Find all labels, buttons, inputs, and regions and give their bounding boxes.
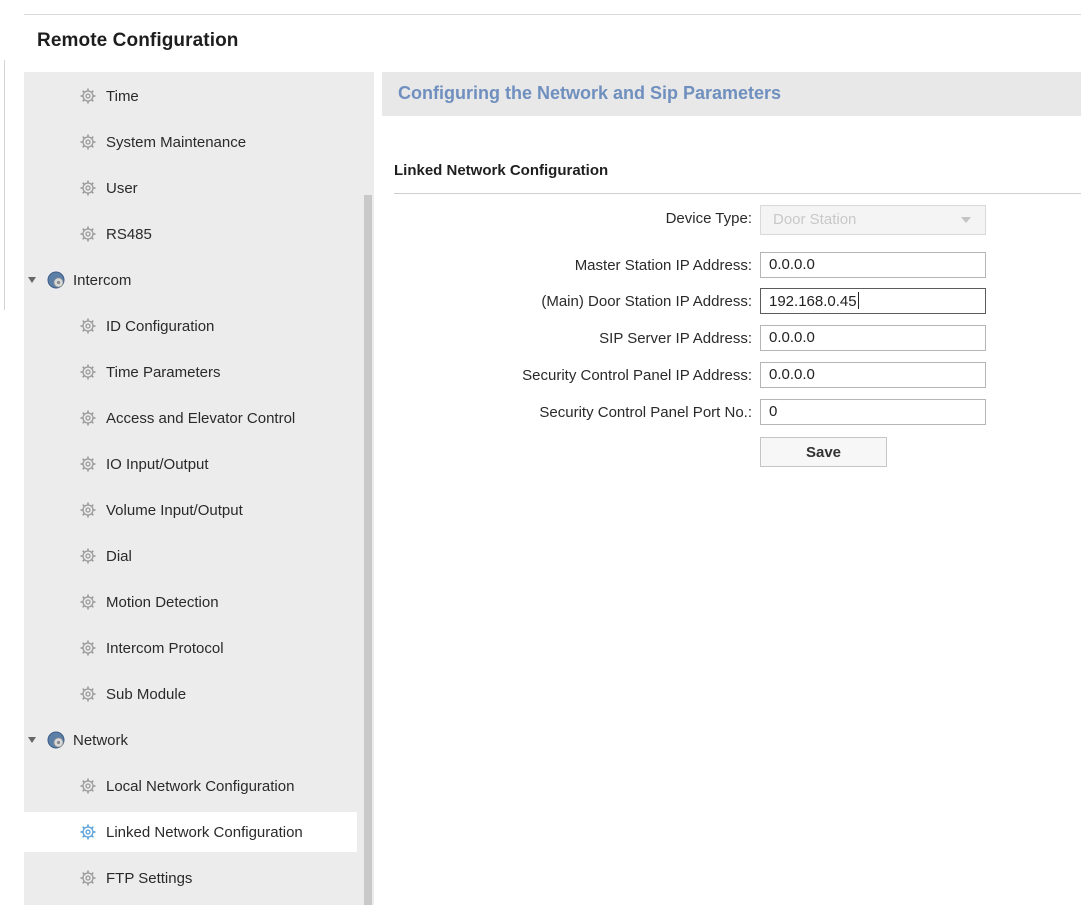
device-type-label: Device Type: bbox=[665, 210, 752, 227]
gear-icon bbox=[80, 410, 96, 426]
top-border bbox=[24, 14, 1081, 15]
gear-icon bbox=[80, 824, 96, 840]
sidebar-item-local-network-configuration[interactable]: Local Network Configuration bbox=[24, 766, 357, 806]
sidebar-item-access-and-elevator-control[interactable]: Access and Elevator Control bbox=[24, 398, 357, 438]
remote-configuration-window: Remote Configuration Time System Maintena… bbox=[0, 0, 1081, 905]
gear-icon bbox=[80, 318, 96, 334]
sidebar-item-label: Intercom Protocol bbox=[106, 639, 224, 657]
gear-icon bbox=[80, 778, 96, 794]
sidebar-item-rs485[interactable]: RS485 bbox=[24, 214, 357, 254]
gear-icon bbox=[80, 686, 96, 702]
security-panel-ip-label: Security Control Panel IP Address: bbox=[522, 367, 752, 384]
security-panel-port-value: 0 bbox=[769, 403, 778, 420]
main-header: Configuring the Network and Sip Paramete… bbox=[382, 72, 1081, 116]
sidebar-item-label: Linked Network Configuration bbox=[106, 823, 303, 841]
sidebar: Time System Maintenance User RS485 Intercom I… bbox=[24, 72, 374, 905]
device-type-select[interactable]: Door Station bbox=[760, 205, 986, 235]
section-title: Linked Network Configuration bbox=[394, 162, 609, 179]
master-station-ip-row: Master Station IP Address: 0.0.0.0 bbox=[382, 252, 1081, 280]
main-door-station-ip-row: (Main) Door Station IP Address: 192.168.… bbox=[382, 288, 1081, 316]
gear-icon bbox=[80, 180, 96, 196]
globe-gear-icon bbox=[47, 271, 65, 289]
sip-server-ip-input[interactable]: 0.0.0.0 bbox=[760, 325, 986, 351]
security-panel-ip-value: 0.0.0.0 bbox=[769, 366, 815, 383]
gear-icon bbox=[80, 134, 96, 150]
main-door-station-ip-label: (Main) Door Station IP Address: bbox=[541, 293, 752, 310]
sidebar-item-ftp-settings[interactable]: FTP Settings bbox=[24, 858, 357, 898]
gear-icon bbox=[80, 502, 96, 518]
sidebar-item-network[interactable]: Network bbox=[24, 720, 357, 760]
security-panel-port-row: Security Control Panel Port No.: 0 bbox=[382, 399, 1081, 427]
sidebar-item-io-input-output[interactable]: IO Input/Output bbox=[24, 444, 357, 484]
left-edge bbox=[4, 60, 5, 310]
sidebar-item-intercom[interactable]: Intercom bbox=[24, 260, 357, 300]
globe-gear-icon bbox=[47, 731, 65, 749]
security-panel-port-input[interactable]: 0 bbox=[760, 399, 986, 425]
security-panel-port-label: Security Control Panel Port No.: bbox=[539, 404, 752, 421]
main-door-station-ip-value: 192.168.0.45 bbox=[769, 293, 857, 310]
sidebar-item-label: User bbox=[106, 179, 138, 197]
master-station-ip-value: 0.0.0.0 bbox=[769, 256, 815, 273]
sidebar-item-label: Network bbox=[73, 731, 129, 749]
sidebar-scrollbar[interactable] bbox=[364, 195, 372, 905]
gear-icon bbox=[80, 364, 96, 380]
sip-server-ip-label: SIP Server IP Address: bbox=[599, 330, 752, 347]
sidebar-item-id-configuration[interactable]: ID Configuration bbox=[24, 306, 357, 346]
sidebar-item-label: RS485 bbox=[106, 225, 152, 243]
master-station-ip-label: Master Station IP Address: bbox=[574, 257, 752, 274]
expand-caret-icon[interactable] bbox=[28, 277, 36, 283]
sidebar-item-label: Motion Detection bbox=[106, 593, 219, 611]
text-cursor bbox=[857, 292, 859, 309]
sidebar-item-label: Volume Input/Output bbox=[106, 501, 243, 519]
gear-icon bbox=[80, 226, 96, 242]
sidebar-item-motion-detection[interactable]: Motion Detection bbox=[24, 582, 357, 622]
gear-icon bbox=[80, 88, 96, 104]
expand-caret-icon[interactable] bbox=[28, 737, 36, 743]
section-divider bbox=[394, 193, 1081, 194]
sidebar-item-sub-module[interactable]: Sub Module bbox=[24, 674, 357, 714]
sidebar-item-label: Access and Elevator Control bbox=[106, 409, 296, 427]
gear-icon bbox=[80, 456, 96, 472]
app-title: Remote Configuration bbox=[37, 30, 239, 51]
sidebar-item-label: FTP Settings bbox=[106, 869, 193, 887]
master-station-ip-input[interactable]: 0.0.0.0 bbox=[760, 252, 986, 278]
gear-icon bbox=[80, 548, 96, 564]
sidebar-item-user[interactable]: User bbox=[24, 168, 357, 208]
device-type-row: Device Type: Door Station bbox=[382, 205, 1081, 235]
page-title: Configuring the Network and Sip Paramete… bbox=[398, 83, 782, 103]
sidebar-item-dial[interactable]: Dial bbox=[24, 536, 357, 576]
sidebar-item-volume-input-output[interactable]: Volume Input/Output bbox=[24, 490, 357, 530]
device-type-value: Door Station bbox=[773, 211, 857, 228]
security-panel-ip-input[interactable]: 0.0.0.0 bbox=[760, 362, 986, 388]
gear-icon bbox=[80, 594, 96, 610]
chevron-down-icon bbox=[961, 217, 971, 223]
security-panel-ip-row: Security Control Panel IP Address: 0.0.0… bbox=[382, 362, 1081, 390]
sidebar-item-time-parameters[interactable]: Time Parameters bbox=[24, 352, 357, 392]
sidebar-item-linked-network-configuration[interactable]: Linked Network Configuration bbox=[24, 812, 357, 852]
gear-icon bbox=[80, 640, 96, 656]
sidebar-item-label: Intercom bbox=[73, 271, 132, 289]
sidebar-item-label: System Maintenance bbox=[106, 133, 247, 151]
sidebar-item-label: Local Network Configuration bbox=[106, 777, 295, 795]
sidebar-item-label: IO Input/Output bbox=[106, 455, 209, 473]
main-door-station-ip-input[interactable]: 192.168.0.45 bbox=[760, 288, 986, 314]
sip-server-ip-row: SIP Server IP Address: 0.0.0.0 bbox=[382, 325, 1081, 353]
main-panel: Configuring the Network and Sip Paramete… bbox=[382, 72, 1081, 905]
sidebar-item-time[interactable]: Time bbox=[24, 76, 357, 116]
sidebar-item-label: Sub Module bbox=[106, 685, 187, 703]
sidebar-item-label: Dial bbox=[106, 547, 132, 565]
sidebar-item-label: Time Parameters bbox=[106, 363, 221, 381]
save-button[interactable]: Save bbox=[760, 437, 887, 467]
sidebar-item-label: ID Configuration bbox=[106, 317, 215, 335]
sidebar-item-intercom-protocol[interactable]: Intercom Protocol bbox=[24, 628, 357, 668]
gear-icon bbox=[80, 870, 96, 886]
sip-server-ip-value: 0.0.0.0 bbox=[769, 329, 815, 346]
sidebar-item-system-maintenance[interactable]: System Maintenance bbox=[24, 122, 357, 162]
sidebar-item-label: Time bbox=[106, 87, 139, 105]
